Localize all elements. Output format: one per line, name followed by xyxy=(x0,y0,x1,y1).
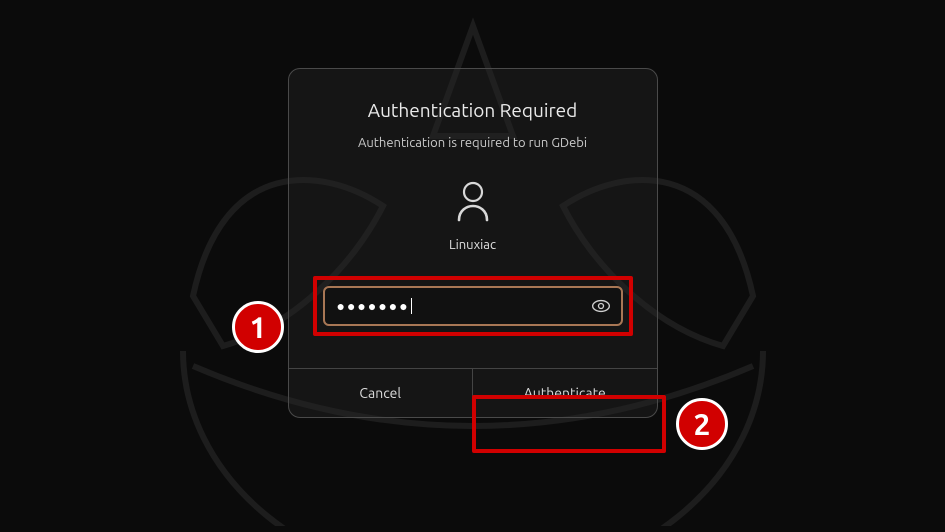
dialog-title: Authentication Required xyxy=(289,69,657,121)
dialog-button-row: Cancel Authenticate xyxy=(289,368,657,417)
user-icon xyxy=(455,180,491,222)
authentication-dialog: Authentication Required Authentication i… xyxy=(288,68,658,418)
show-password-icon[interactable] xyxy=(591,296,611,316)
callout-1: 1 xyxy=(232,301,284,353)
password-highlight-box: ●●●●●●● xyxy=(313,276,633,336)
password-mask: ●●●●●●● xyxy=(337,298,410,314)
authenticate-button[interactable]: Authenticate xyxy=(473,369,657,417)
password-input[interactable]: ●●●●●●● xyxy=(337,298,412,314)
callout-2: 2 xyxy=(676,398,728,450)
username-label: Linuxiac xyxy=(289,226,657,252)
dialog-subtitle: Authentication is required to run GDebi xyxy=(289,121,657,150)
cancel-button[interactable]: Cancel xyxy=(289,369,474,417)
user-section: Linuxiac xyxy=(289,150,657,252)
password-input-wrap[interactable]: ●●●●●●● xyxy=(323,286,623,326)
text-cursor xyxy=(411,298,412,314)
